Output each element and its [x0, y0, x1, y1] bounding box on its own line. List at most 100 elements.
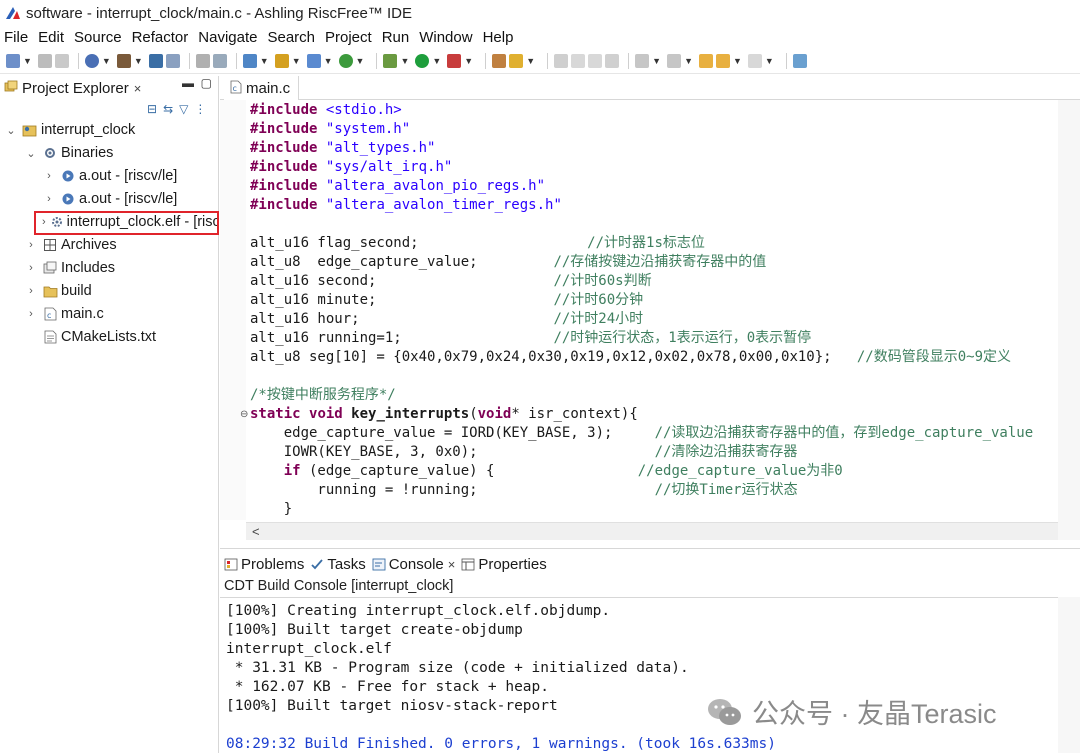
svg-text:c: c: [47, 311, 51, 320]
tree-item-main-c[interactable]: › c main.c: [24, 303, 104, 325]
back-arrow-icon[interactable]: [715, 53, 730, 68]
chevron-down-icon[interactable]: ▼: [765, 54, 774, 68]
chevron-down-icon[interactable]: ▼: [356, 54, 365, 68]
tree-item-build[interactable]: › build: [24, 280, 91, 302]
open-type-icon[interactable]: [492, 53, 507, 68]
menu-project[interactable]: Project: [325, 29, 372, 46]
code-line: alt_u8 seg[10] = {0x40,0x79,0x24,0x30,0x…: [250, 348, 1011, 367]
toggle-mark-icon[interactable]: [571, 53, 586, 68]
scroll-left-icon[interactable]: <: [252, 523, 260, 541]
tab-tasks[interactable]: Tasks: [310, 556, 366, 573]
menu-refactor[interactable]: Refactor: [132, 29, 189, 46]
tree-item-cmakelists[interactable]: CMakeLists.txt: [24, 326, 156, 348]
save-icon[interactable]: [37, 53, 52, 68]
refresh-icon[interactable]: [212, 53, 227, 68]
chevron-right-icon[interactable]: ›: [24, 239, 38, 251]
build-hammer-icon[interactable]: [116, 53, 131, 68]
horizontal-scrollbar[interactable]: <: [246, 522, 1058, 540]
menu-window[interactable]: Window: [419, 29, 472, 46]
edit-pen-icon[interactable]: [554, 53, 569, 68]
show-whitespace-icon[interactable]: [588, 53, 603, 68]
chevron-down-icon[interactable]: ▼: [324, 54, 333, 68]
chevron-down-icon[interactable]: ▼: [400, 54, 409, 68]
close-icon[interactable]: ×: [134, 81, 142, 96]
link-editor-icon[interactable]: ⇆: [163, 102, 173, 116]
chevron-right-icon[interactable]: ›: [42, 170, 56, 182]
tab-problems[interactable]: Problems: [224, 556, 304, 573]
debug-bug-icon[interactable]: [383, 53, 398, 68]
expand-icon[interactable]: ⌄: [24, 147, 38, 160]
terminal-icon[interactable]: [148, 53, 163, 68]
prev-annotation-icon[interactable]: [667, 53, 682, 68]
menu-edit[interactable]: Edit: [38, 29, 64, 46]
new-file-icon[interactable]: [306, 53, 321, 68]
menu-navigate[interactable]: Navigate: [198, 29, 257, 46]
chevron-down-icon[interactable]: ▼: [260, 54, 269, 68]
open-perspective-icon[interactable]: [792, 53, 807, 68]
menu-source[interactable]: Source: [74, 29, 122, 46]
tree-item-aout-2[interactable]: › a.out - [riscv/le]: [42, 188, 177, 210]
chevron-right-icon[interactable]: ›: [24, 285, 38, 297]
minimize-icon[interactable]: ▬: [182, 76, 194, 90]
code-token: #include: [250, 102, 318, 118]
chevron-down-icon[interactable]: ▼: [652, 54, 661, 68]
fold-collapse-icon[interactable]: ⊖: [240, 409, 248, 420]
editor-tab-main-c[interactable]: c main.c: [224, 76, 300, 100]
tree-item-includes[interactable]: › Includes: [24, 257, 115, 279]
search-icon[interactable]: [509, 53, 524, 68]
last-edit-icon[interactable]: [698, 53, 713, 68]
tab-label: Console: [388, 555, 444, 573]
chevron-down-icon[interactable]: ▼: [292, 54, 301, 68]
settings-icon[interactable]: [84, 53, 99, 68]
collapse-all-icon[interactable]: ⊟: [147, 102, 157, 116]
chevron-right-icon[interactable]: ›: [24, 308, 38, 320]
chevron-down-icon[interactable]: ▼: [23, 54, 32, 68]
save-all-icon[interactable]: [54, 53, 69, 68]
new-icon[interactable]: [6, 53, 20, 68]
tab-properties[interactable]: Properties: [461, 555, 547, 573]
menu-run[interactable]: Run: [382, 29, 410, 46]
vertical-scrollbar[interactable]: [1058, 100, 1080, 540]
new-class-icon[interactable]: [338, 53, 353, 68]
view-menu-icon[interactable]: ⋮: [194, 102, 206, 116]
menu-search[interactable]: Search: [267, 29, 315, 46]
code-line: #include "altera_avalon_pio_regs.h": [250, 177, 545, 196]
run-icon[interactable]: [415, 53, 430, 68]
tab-console[interactable]: Console ×: [372, 555, 456, 573]
chevron-down-icon[interactable]: ▼: [684, 54, 693, 68]
link-icon[interactable]: [195, 53, 210, 68]
debug-config-icon[interactable]: [165, 53, 180, 68]
project-explorer: Project Explorer × ▬ ▢ ⊟ ⇆ ▽ ⋮ ⌄ interru…: [0, 76, 219, 753]
new-project-icon[interactable]: [242, 53, 257, 68]
tree-item-binaries[interactable]: ⌄ Binaries: [24, 142, 113, 164]
chevron-down-icon[interactable]: ▼: [464, 54, 473, 68]
tab-label: Properties: [478, 555, 547, 573]
chevron-right-icon[interactable]: ›: [24, 262, 38, 274]
code-area[interactable]: #include <stdio.h> #include "system.h" #in…: [250, 100, 1058, 520]
menu-help[interactable]: Help: [483, 29, 514, 46]
maximize-icon[interactable]: ▢: [201, 76, 212, 90]
tree-item-archives[interactable]: › Archives: [24, 234, 116, 256]
next-annotation-icon[interactable]: [635, 53, 650, 68]
tree-item-aout-1[interactable]: › a.out - [riscv/le]: [42, 165, 177, 187]
forward-arrow-icon[interactable]: [747, 53, 762, 68]
chevron-down-icon[interactable]: ▼: [432, 54, 441, 68]
chevron-down-icon[interactable]: ▼: [102, 54, 111, 68]
chevron-down-icon[interactable]: ▼: [134, 54, 143, 68]
properties-icon: [461, 558, 475, 571]
close-icon[interactable]: ×: [448, 557, 456, 572]
chevron-right-icon[interactable]: ›: [42, 193, 56, 205]
chevron-down-icon[interactable]: ▼: [526, 54, 535, 68]
tree-item-project[interactable]: ⌄ interrupt_clock: [4, 119, 135, 141]
external-tools-icon[interactable]: [447, 53, 462, 68]
filter-icon[interactable]: ▽: [179, 102, 188, 116]
console-vertical-scrollbar[interactable]: [1058, 597, 1080, 753]
menu-file[interactable]: File: [4, 29, 28, 46]
chevron-down-icon[interactable]: ▼: [733, 54, 742, 68]
new-folder-icon[interactable]: [274, 53, 289, 68]
code-token: key_interrupts: [351, 406, 470, 422]
block-selection-icon[interactable]: [605, 53, 620, 68]
expand-icon[interactable]: ⌄: [4, 124, 18, 137]
folders-icon: [4, 80, 18, 97]
